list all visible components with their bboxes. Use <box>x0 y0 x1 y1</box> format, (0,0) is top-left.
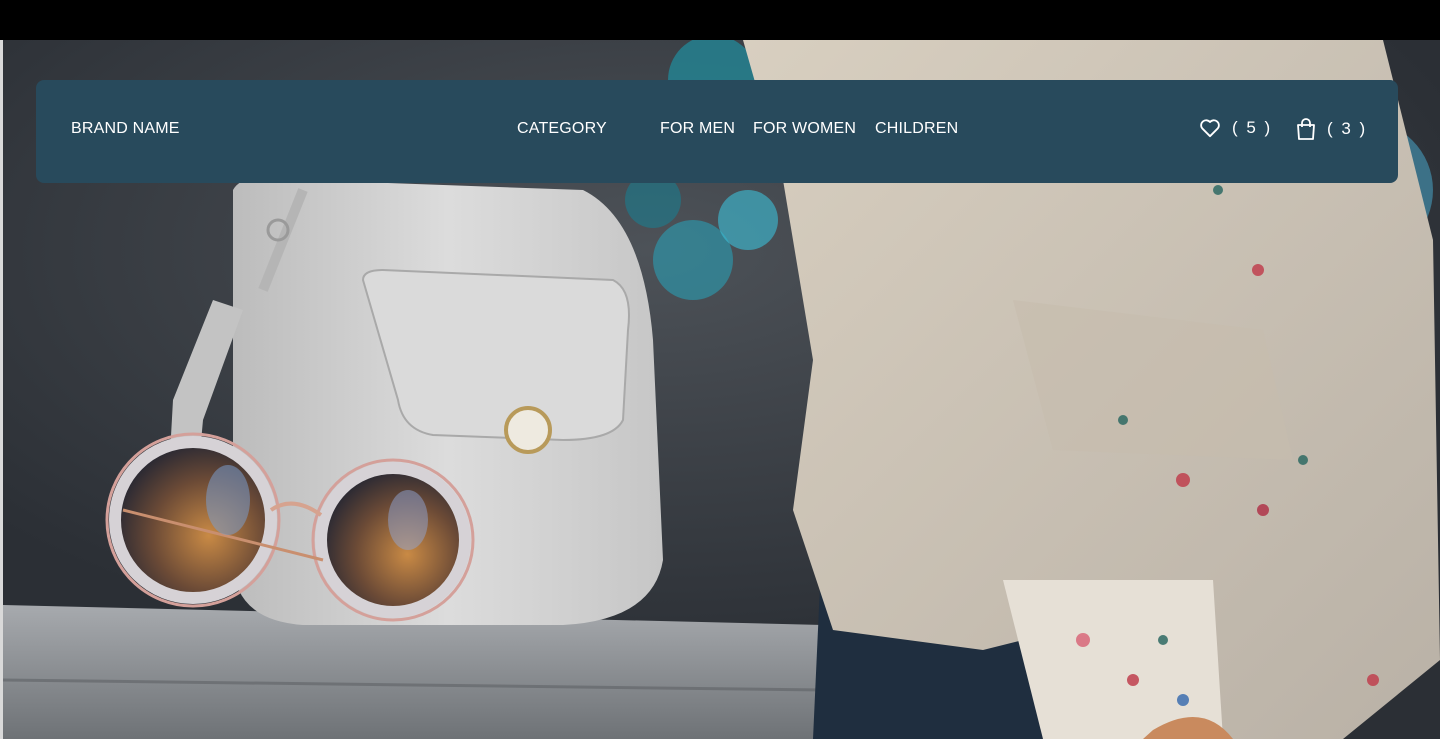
nav-link-for-men[interactable]: FOR MEN <box>660 120 735 138</box>
cart-count: ( 3 ) <box>1327 119 1368 138</box>
wishlist-count: ( 5 ) <box>1232 118 1273 137</box>
cart-button[interactable]: ( 3 ) <box>1296 118 1367 140</box>
shopping-bag-icon <box>1296 118 1316 140</box>
nav-link-children[interactable]: CHILDREN <box>875 120 958 138</box>
nav-link-for-women[interactable]: FOR WOMEN <box>753 120 856 138</box>
browser-top-bar <box>0 0 1440 40</box>
nav-link-category[interactable]: CATEGORY <box>517 120 607 138</box>
heart-icon <box>1199 118 1221 138</box>
brand-logo-link[interactable]: BRAND NAME <box>71 120 180 138</box>
wishlist-button[interactable]: ( 5 ) <box>1199 118 1272 138</box>
main-navbar: BRAND NAME CATEGORY FOR MEN FOR WOMEN CH… <box>36 80 1398 183</box>
